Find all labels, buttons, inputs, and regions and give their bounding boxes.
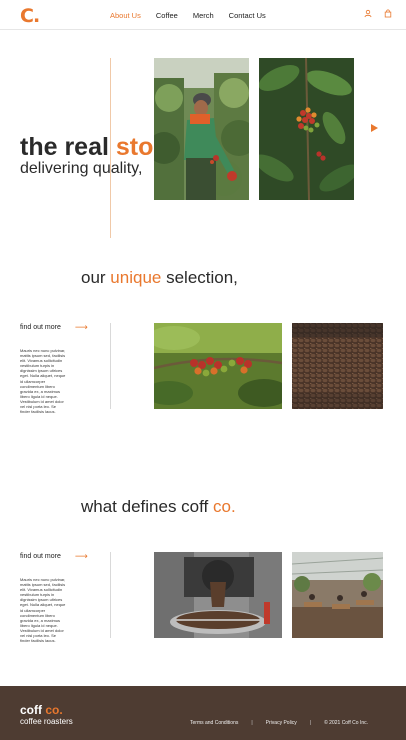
main-nav: About Us Coffee Merch Contact Us [110,11,266,20]
footer-tagline: coffee roasters [20,717,73,726]
carousel-next-icon[interactable] [371,124,378,132]
hero-photo-farmer [154,58,249,200]
nav-coffee[interactable]: Coffee [156,11,178,20]
selection-photo-cherries [154,323,282,409]
user-icon[interactable] [364,9,372,18]
selection-divider [110,323,111,409]
selection-heading-post: selection, [161,268,238,287]
defines-heading-pre: what defines coff [81,497,213,516]
nav-contact-us[interactable]: Contact Us [229,11,266,20]
defines-divider [110,552,111,638]
site-footer: coff co. coffee roasters Terms and Condi… [0,686,406,740]
footer-copyright: © 2021 Coff Co Inc. [324,720,369,726]
site-header: C. About Us Coffee Merch Contact Us [0,0,406,30]
hero-subtitle: delivering quality, [20,160,143,177]
selection-photo-roasted-beans [292,323,383,409]
selection-find-out-more-label: find out more [20,324,61,331]
defines-heading-accent: co. [213,497,236,516]
footer-links: Terms and Conditions | Privacy Policy | … [190,720,368,726]
selection-find-out-more-link[interactable]: find out more ⟶ [20,322,88,333]
defines-heading: what defines coff co. [81,497,236,517]
footer-brand-accent: co. [45,703,63,717]
defines-find-out-more-label: find out more [20,553,61,560]
selection-heading: our unique selection, [81,268,238,288]
footer-brand-main: coff [20,703,46,717]
defines-photo-cafe [292,552,383,638]
hero-photo-cherries [259,58,354,200]
nav-about-us[interactable]: About Us [110,11,141,20]
selection-body-text: Mauris nec nunc pulvinar, mattis ipsum s… [20,348,66,415]
arrow-right-icon: ⟶ [74,322,88,332]
page: C. About Us Coffee Merch Contact Us the … [0,0,406,740]
header-icons [364,9,392,18]
nav-merch[interactable]: Merch [193,11,214,20]
footer-brand: coff co. [20,703,63,717]
selection-heading-accent: unique [110,268,162,287]
footer-separator: | [251,720,253,726]
defines-find-out-more-link[interactable]: find out more ⟶ [20,551,88,562]
selection-heading-pre: our [81,268,111,287]
footer-link-privacy[interactable]: Privacy Policy [266,720,297,726]
footer-separator: | [309,720,312,726]
defines-body-text: Mauris nec nunc pulvinar, mattis ipsum s… [20,577,66,644]
defines-photo-roaster [154,552,282,638]
arrow-right-icon: ⟶ [74,551,88,561]
hero-title-main: the real [20,133,116,161]
bag-icon[interactable] [384,9,392,18]
footer-link-terms[interactable]: Terms and Conditions [190,720,238,726]
logo[interactable]: C. [20,5,40,27]
